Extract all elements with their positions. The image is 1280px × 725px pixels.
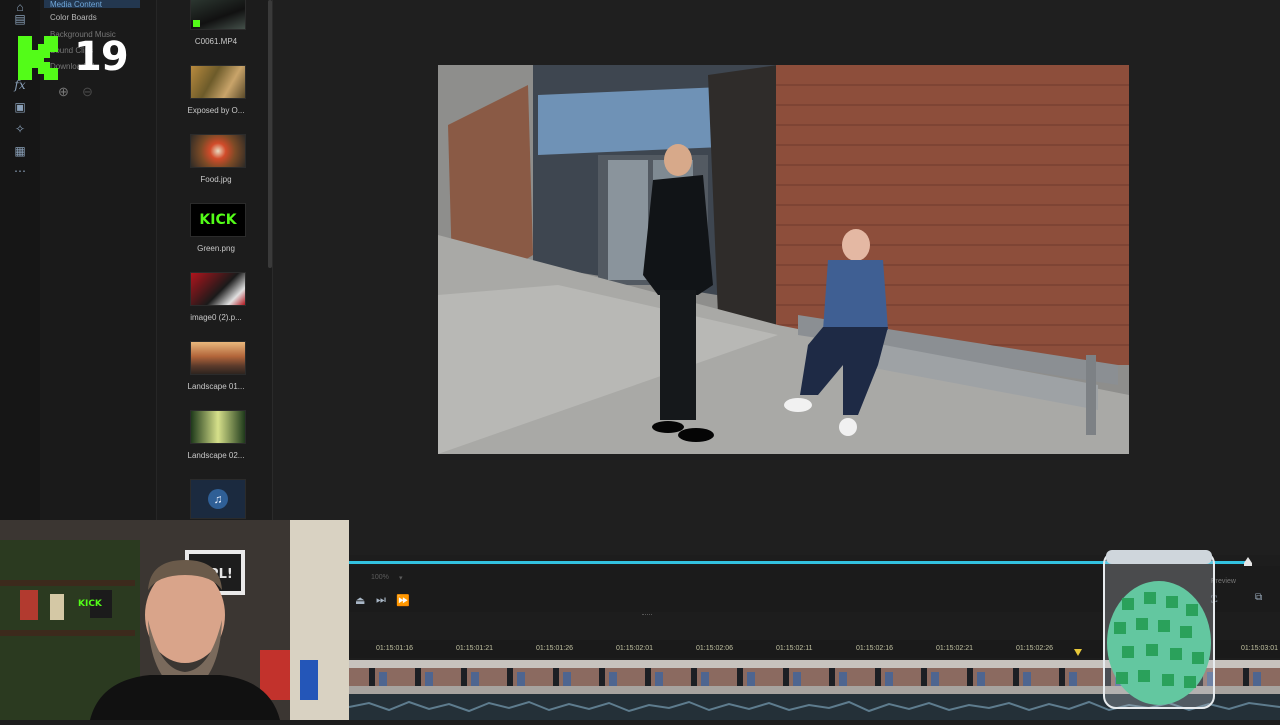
media-library-panel: C0061.MP4 Exposed by O... Food.jpg KICK … xyxy=(157,0,273,520)
splitter-handle[interactable] xyxy=(642,614,652,617)
media-label: Exposed by O... xyxy=(187,106,245,115)
media-scrollbar[interactable] xyxy=(268,0,272,268)
particle-room-icon[interactable]: ✧ xyxy=(12,122,28,136)
timecode: 01:15:02:11 xyxy=(776,645,813,652)
media-thumb-green[interactable]: KICK xyxy=(190,203,246,237)
media-thumb-audio[interactable]: ♫ xyxy=(190,479,246,519)
media-thumb-landscape01[interactable] xyxy=(190,341,246,375)
media-label: Landscape 02... xyxy=(187,451,245,460)
timecode: 01:15:03:01 xyxy=(1241,645,1278,652)
next-frame-icon[interactable]: ⏭ xyxy=(376,594,386,607)
fast-forward-icon[interactable]: ⏩ xyxy=(396,594,410,607)
pip-room-icon[interactable]: ▦ xyxy=(12,144,28,158)
fx-room-icon[interactable]: fx xyxy=(12,78,28,92)
tip-jar-overlay xyxy=(1103,550,1215,709)
webcam-overlay: OPL! KICK xyxy=(0,520,349,720)
add-folder-icon[interactable]: ⊕ xyxy=(58,84,69,100)
overlay-room-icon[interactable]: ▣ xyxy=(12,100,28,114)
video-frame xyxy=(438,65,1129,454)
media-thumb-image0[interactable] xyxy=(190,272,246,306)
timecode: 01:15:01:26 xyxy=(536,645,573,652)
media-thumb-food[interactable] xyxy=(190,134,246,168)
playhead-marker[interactable] xyxy=(1074,649,1082,656)
media-label: Green.png xyxy=(197,244,235,253)
media-thumb-c0061[interactable] xyxy=(190,0,246,30)
music-note-icon: ♫ xyxy=(208,489,228,509)
media-label: image0 (2).p... xyxy=(190,313,242,322)
snapshot-icon[interactable]: ⏏ xyxy=(355,594,365,607)
webcam-scene: OPL! KICK xyxy=(0,520,349,720)
title-room-icon[interactable]: ▤ xyxy=(12,12,28,26)
kick-logo xyxy=(18,36,58,80)
media-thumb-landscape02[interactable] xyxy=(190,410,246,444)
video-preview[interactable] xyxy=(438,65,1129,454)
level-badge-number: 19 xyxy=(74,34,129,80)
zoom-dropdown-icon[interactable]: ▾ xyxy=(399,574,403,582)
timecode: 01:15:01:16 xyxy=(376,645,413,652)
timecode: 01:15:02:06 xyxy=(696,645,733,652)
tree-item-color-boards[interactable]: Color Boards xyxy=(50,13,97,22)
detach-preview-icon[interactable]: ⧉ xyxy=(1255,592,1262,603)
timecode: 01:15:02:01 xyxy=(616,645,653,652)
media-label: Landscape 01... xyxy=(187,382,245,391)
timecode: 01:15:02:16 xyxy=(856,645,893,652)
timecode: 01:15:02:21 xyxy=(936,645,973,652)
timecode: 01:15:01:21 xyxy=(456,645,493,652)
media-thumb-exposed[interactable] xyxy=(190,65,246,99)
remove-folder-icon[interactable]: ⊖ xyxy=(82,84,93,100)
tree-item-media-content[interactable]: Media Content xyxy=(50,0,102,9)
zoom-level[interactable]: 100% xyxy=(371,574,389,581)
media-label: Food.jpg xyxy=(200,175,232,184)
more-icon[interactable]: ⋯ xyxy=(12,164,28,178)
timecode: 01:15:02:26 xyxy=(1016,645,1053,652)
media-label: C0061.MP4 xyxy=(194,37,238,46)
shirt-text: KICK xyxy=(78,599,103,609)
kick-thumb-text: KICK xyxy=(199,212,237,228)
